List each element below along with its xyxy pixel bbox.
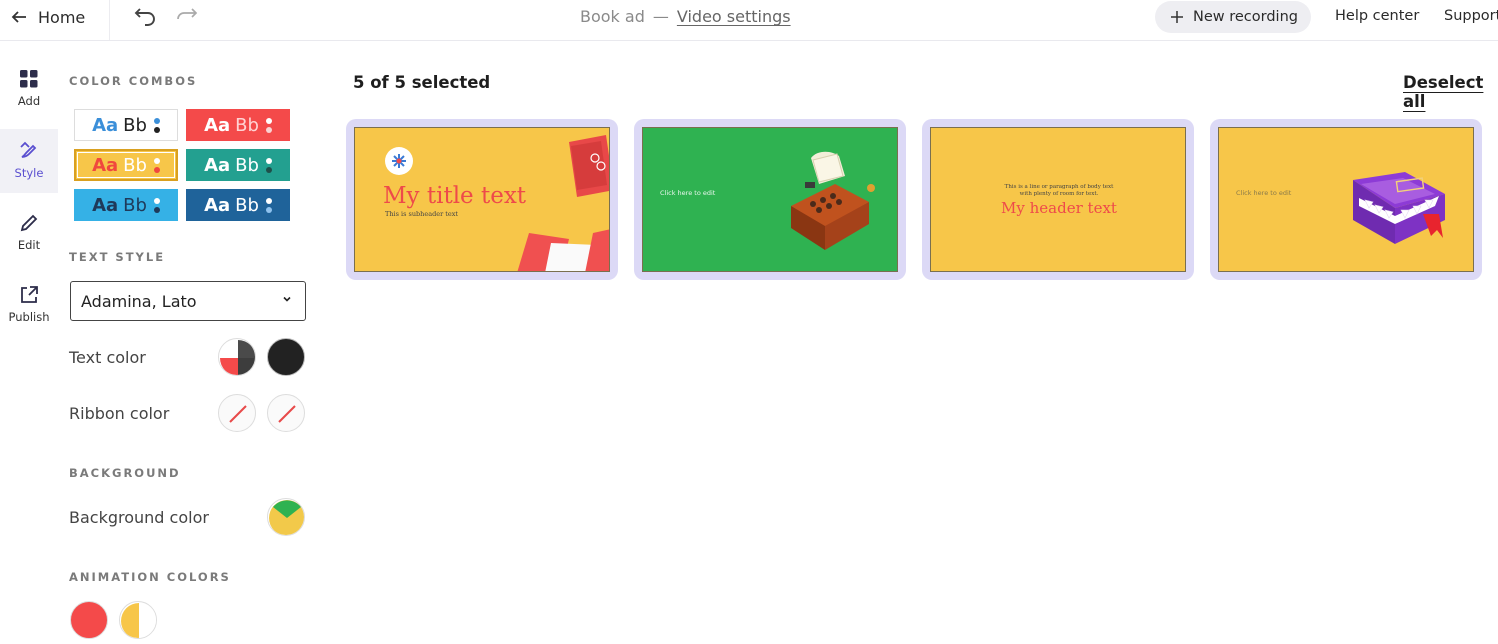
redo-icon	[177, 8, 198, 20]
slide-thumbnail[interactable]: Click here to edit	[1218, 127, 1474, 272]
plus-icon	[1171, 11, 1183, 23]
slide-title-text: My title text	[383, 183, 527, 209]
ribbon-color-label: Ribbon color	[69, 404, 170, 423]
slide-card[interactable]: Click here to edit	[1210, 119, 1482, 280]
slide-header-text: My header text	[1001, 199, 1117, 217]
font-select-value: Adamina, Lato	[81, 291, 197, 311]
rail-label-publish: Publish	[8, 310, 50, 324]
combo-aa: Aa	[92, 194, 119, 216]
slide-card[interactable]: My title text This is subheader text	[346, 119, 618, 280]
combo-bb: Bb	[123, 114, 147, 136]
combo-aa: Aa	[204, 194, 231, 216]
project-title: Book ad — Video settings	[580, 7, 791, 26]
rail-item-add[interactable]: Add	[0, 57, 58, 121]
home-label: Home	[38, 7, 86, 27]
combo-dots	[265, 197, 272, 213]
split-color-icon	[269, 500, 304, 535]
animation-color-swatch-2[interactable]	[119, 601, 157, 639]
combo-bb: Bb	[123, 194, 147, 216]
chevron-down-icon	[283, 296, 291, 302]
new-recording-label: New recording	[1193, 9, 1298, 25]
combo-dots	[153, 157, 160, 173]
top-bar: Home Book ad — Video settings New record…	[0, 0, 1498, 41]
text-color-swatch-1[interactable]	[218, 338, 256, 376]
typewriter-illustration	[791, 151, 875, 250]
color-combos-heading: COLOR COMBOS	[69, 74, 198, 88]
video-settings-link[interactable]: Video settings	[677, 7, 791, 26]
pencil-icon	[20, 214, 38, 232]
rail-item-edit[interactable]: Edit	[0, 201, 58, 265]
style-panel: COLOR COMBOS Aa Bb Aa Bb Aa Bb Aa Bb Aa Bb Aa…	[58, 41, 328, 644]
combo-dots	[153, 117, 160, 133]
book-monster-illustration	[1353, 172, 1445, 244]
rail-label-edit: Edit	[17, 238, 41, 252]
text-color-label: Text color	[69, 348, 146, 367]
slide-thumbnail[interactable]: This is a line or paragraph of body text…	[930, 127, 1186, 272]
project-name: Book ad	[580, 7, 645, 26]
animation-colors-heading: ANIMATION COLORS	[69, 570, 231, 584]
font-select[interactable]: Adamina, Lato	[70, 281, 306, 321]
combo-dots	[153, 197, 160, 213]
new-recording-button[interactable]: New recording	[1155, 1, 1311, 33]
slide-thumbnail[interactable]: Click here to edit	[642, 127, 898, 272]
split-color-icon	[220, 340, 255, 375]
combo-bb: Bb	[235, 194, 259, 216]
deselect-all-link[interactable]: Deselect all	[1403, 73, 1498, 111]
arrow-left-icon	[11, 11, 26, 23]
rail-item-style[interactable]: Style	[0, 129, 58, 193]
combo-dots	[265, 157, 272, 173]
animation-color-swatch-1[interactable]	[70, 601, 108, 639]
color-combo-1[interactable]: Aa Bb	[74, 109, 178, 141]
color-combo-5[interactable]: Aa Bb	[74, 189, 178, 221]
rail-label-style: Style	[14, 166, 44, 180]
combo-aa: Aa	[204, 114, 231, 136]
slide-body-text: This is a line or paragraph of body text…	[1004, 184, 1114, 197]
combo-bb: Bb	[123, 154, 147, 176]
combo-aa: Aa	[92, 114, 119, 136]
split-color-icon	[121, 603, 156, 638]
support-link[interactable]: Support	[1444, 8, 1498, 24]
color-combo-6[interactable]: Aa Bb	[186, 189, 290, 221]
ribbon-color-swatch-2[interactable]	[267, 394, 305, 432]
slide-subtitle-text: This is subheader text	[385, 210, 458, 218]
combo-bb: Bb	[235, 154, 259, 176]
text-color-swatch-2[interactable]	[267, 338, 305, 376]
redo-button[interactable]	[174, 5, 198, 31]
slide-thumbnail[interactable]: My title text This is subheader text	[354, 127, 610, 272]
help-center-link[interactable]: Help center	[1335, 8, 1419, 24]
background-heading: BACKGROUND	[69, 466, 181, 480]
combo-aa: Aa	[204, 154, 231, 176]
undo-button[interactable]	[134, 5, 158, 31]
text-style-heading: TEXT STYLE	[69, 250, 166, 264]
color-combo-3-selected[interactable]: Aa Bb	[74, 149, 178, 181]
color-combo-4[interactable]: Aa Bb	[186, 149, 290, 181]
combo-bb: Bb	[235, 114, 259, 136]
selection-status: 5 of 5 selected	[353, 73, 491, 92]
undo-icon	[134, 8, 155, 26]
title-separator: —	[652, 7, 669, 26]
home-button[interactable]: Home	[10, 6, 85, 28]
rail-item-publish[interactable]: Publish	[0, 273, 58, 337]
combo-aa: Aa	[92, 154, 119, 176]
grid-icon	[20, 70, 38, 88]
brush-icon	[20, 141, 37, 158]
background-color-label: Background color	[69, 508, 209, 527]
divider	[109, 0, 110, 40]
slide-card[interactable]: Click here to edit	[634, 119, 906, 280]
share-icon	[21, 286, 38, 303]
tool-rail: Add Style Edit Publish	[0, 41, 58, 644]
color-combo-2[interactable]: Aa Bb	[186, 109, 290, 141]
slide-card[interactable]: This is a line or paragraph of body text…	[922, 119, 1194, 280]
combo-dots	[265, 117, 272, 133]
background-color-swatch[interactable]	[267, 498, 305, 536]
no-color-icon	[229, 405, 247, 423]
no-color-icon	[278, 405, 296, 423]
rail-label-add: Add	[17, 94, 41, 108]
ribbon-color-swatch-1[interactable]	[218, 394, 256, 432]
